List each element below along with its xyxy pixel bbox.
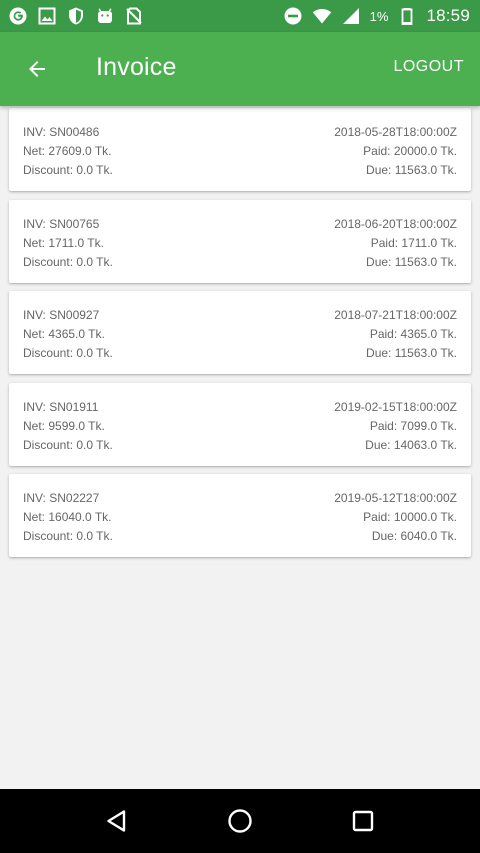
invoice-discount: Discount: 0.0 Tk. (23, 529, 113, 543)
back-triangle-icon (107, 810, 126, 832)
status-bar: 1% 18:59 (0, 0, 480, 32)
invoice-card[interactable]: INV: SN00927 2018-07-21T18:00:00Z Net: 43… (9, 291, 471, 374)
shield-icon (66, 6, 86, 26)
invoice-date: 2018-06-20T18:00:00Z (334, 216, 457, 231)
invoice-date: 2019-05-12T18:00:00Z (334, 491, 457, 505)
invoice-paid: Paid: 20000.0 Tk. (363, 144, 457, 158)
battery-percent: 1% (369, 8, 389, 24)
invoice-number: INV: SN00927 (23, 308, 100, 322)
invoice-net: Net: 16040.0 Tk. (23, 510, 112, 524)
invoice-paid: Paid: 4365.0 Tk. (369, 327, 457, 341)
signal-icon (341, 6, 361, 26)
invoice-number: INV: SN00765 (23, 216, 100, 231)
invoice-number: INV: SN01911 (23, 399, 99, 414)
invoice-due: Due: 11563.0 Tk. (366, 346, 457, 360)
gallery-icon (37, 6, 57, 26)
invoice-discount: Discount: 0.0 Tk. (23, 254, 113, 269)
status-right-icons: 1% 18:59 (283, 6, 470, 26)
status-left-icons (8, 6, 144, 26)
recents-square-icon (352, 810, 373, 832)
logout-button[interactable]: LOGOUT (393, 58, 464, 76)
invoice-number: INV: SN00486 (23, 125, 100, 139)
nav-home-button[interactable] (216, 797, 264, 845)
dnd-icon (283, 6, 303, 26)
invoice-discount: Discount: 0.0 Tk. (23, 163, 113, 177)
invoice-discount: Discount: 0.0 Tk. (23, 346, 113, 360)
android-icon (95, 6, 115, 26)
battery-icon (397, 6, 417, 26)
app-bar: Invoice LOGOUT (0, 32, 480, 106)
wifi-icon (312, 6, 332, 26)
invoice-date: 2018-07-21T18:00:00Z (334, 308, 457, 322)
invoice-number: INV: SN02227 (23, 491, 100, 505)
invoice-paid: Paid: 7099.0 Tk. (369, 418, 457, 433)
invoice-card[interactable]: INV: SN00486 2018-05-28T18:00:00Z Net: 27… (9, 108, 471, 191)
invoice-discount: Discount: 0.0 Tk. (23, 437, 113, 452)
invoice-paid: Paid: 10000.0 Tk. (363, 510, 457, 524)
home-circle-icon (228, 809, 252, 833)
nav-back-button[interactable] (93, 797, 141, 845)
invoice-due: Due: 11563.0 Tk. (366, 163, 457, 177)
invoice-due: Due: 14063.0 Tk. (365, 437, 457, 452)
back-button[interactable] (14, 46, 60, 92)
invoice-net: Net: 4365.0 Tk. (23, 327, 105, 341)
no-sim-icon (124, 6, 144, 26)
invoice-due: Due: 11563.0 Tk. (366, 254, 457, 269)
invoice-date: 2019-02-15T18:00:00Z (334, 399, 457, 414)
nav-recents-button[interactable] (339, 797, 387, 845)
invoice-net: Net: 1711.0 Tk. (23, 235, 104, 250)
invoice-list: INV: SN00486 2018-05-28T18:00:00Z Net: 27… (9, 108, 471, 566)
invoice-net: Net: 9599.0 Tk. (23, 418, 105, 433)
invoice-paid: Paid: 1711.0 Tk. (370, 235, 457, 250)
arrow-back-icon (29, 61, 45, 77)
invoice-net: Net: 27609.0 Tk. (23, 144, 112, 158)
invoice-card[interactable]: INV: SN01911 2019-02-15T18:00:00Z Net: 95… (9, 382, 471, 466)
invoice-date: 2018-05-28T18:00:00Z (334, 125, 457, 139)
page-title: Invoice (96, 53, 177, 81)
status-time: 18:59 (426, 6, 470, 25)
google-icon (8, 6, 28, 26)
navigation-bar (0, 789, 480, 853)
invoice-card[interactable]: INV: SN00765 2018-06-20T18:00:00Z Net: 17… (9, 199, 471, 283)
invoice-card[interactable]: INV: SN02227 2019-05-12T18:00:00Z Net: 16… (9, 474, 471, 557)
invoice-due: Due: 6040.0 Tk. (371, 529, 457, 543)
